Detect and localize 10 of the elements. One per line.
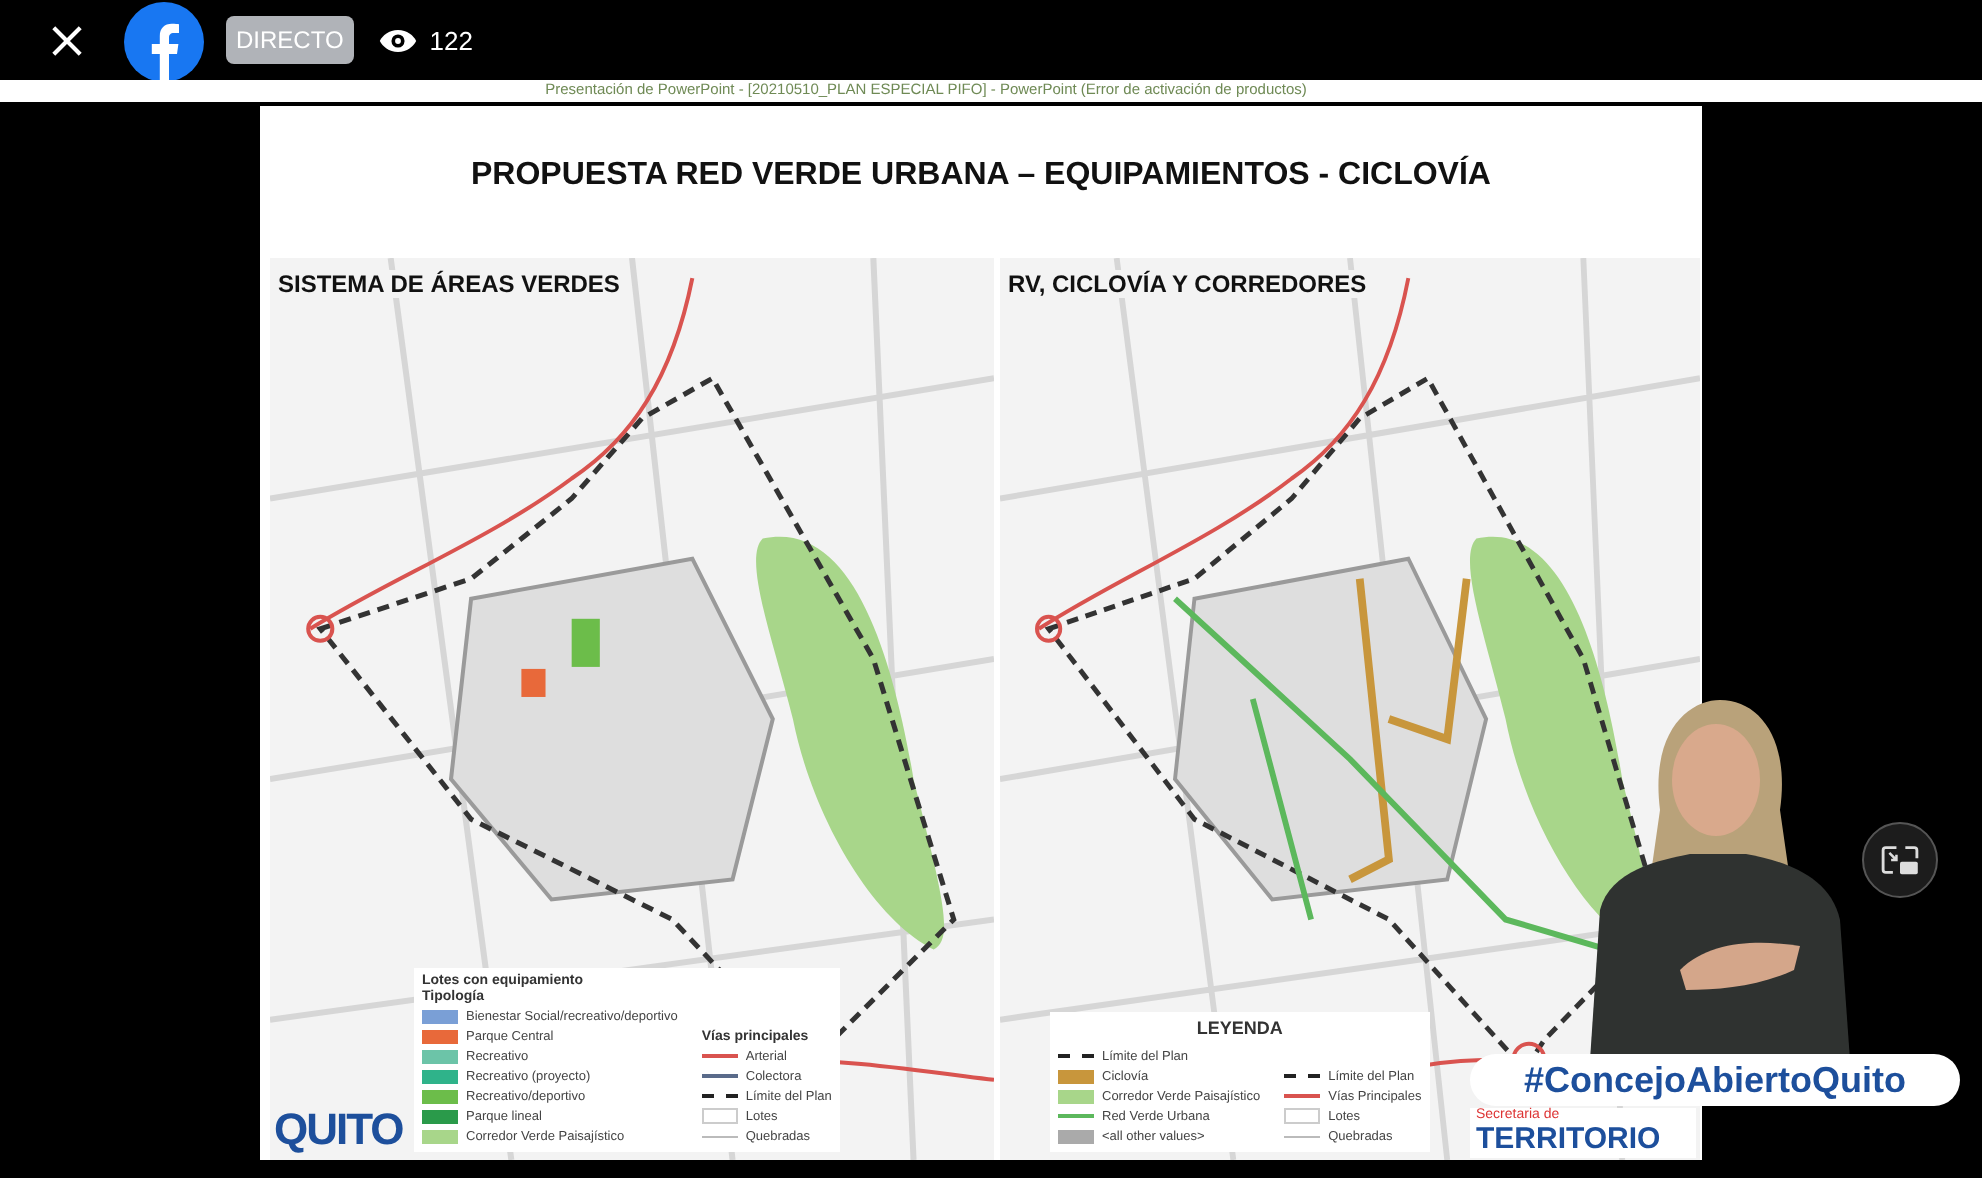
close-icon[interactable] xyxy=(50,23,84,57)
viewer-count: 122 xyxy=(429,25,473,55)
facebook-logo-icon[interactable] xyxy=(124,1,204,81)
map-subtitle: SISTEMA DE ÁREAS VERDES xyxy=(278,270,620,298)
city-logo: QUITO xyxy=(274,1104,403,1156)
picture-in-picture-button[interactable] xyxy=(1862,822,1938,898)
picture-in-picture-icon xyxy=(1880,844,1920,876)
eye-icon xyxy=(377,27,418,53)
slide-title: PROPUESTA RED VERDE URBANA – EQUIPAMIENTOS - CICLOVÍA xyxy=(469,158,1493,196)
live-badge: DIRECTO xyxy=(226,16,354,64)
